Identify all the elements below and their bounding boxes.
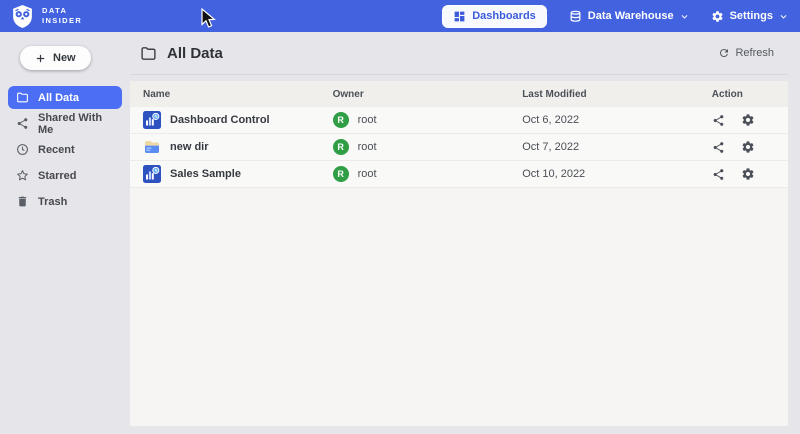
trash-icon [16, 195, 29, 208]
main-panel: All Data Refresh Name Owner Last Modifie… [130, 32, 788, 426]
column-header-owner: Owner [333, 89, 523, 100]
column-header-name: Name [143, 89, 333, 100]
dashboard-file-icon [143, 111, 161, 129]
sidebar-item-label: Shared With Me [38, 112, 114, 136]
folder-icon [140, 45, 157, 62]
owner-name: root [358, 168, 377, 180]
sidebar-item-all-data[interactable]: All Data [8, 86, 122, 109]
navbar-actions: Dashboards Data Warehouse Settings [442, 5, 788, 28]
column-header-last-modified: Last Modified [522, 89, 712, 100]
settings-action-icon[interactable] [741, 113, 755, 127]
settings-action-icon[interactable] [741, 140, 755, 154]
sidebar-item-starred[interactable]: Starred [8, 164, 122, 187]
chevron-down-icon [779, 12, 788, 21]
table-row[interactable]: new dir R root Oct 7, 2022 [130, 134, 788, 161]
settings-label: Settings [730, 10, 773, 22]
last-modified: Oct 7, 2022 [522, 141, 712, 153]
owner-avatar: R [333, 112, 349, 128]
plus-icon [35, 53, 46, 64]
last-modified: Oct 6, 2022 [522, 114, 712, 126]
data-warehouse-menu[interactable]: Data Warehouse [569, 10, 689, 23]
sidebar-list: All Data Shared With Me Recent [0, 86, 130, 213]
settings-menu[interactable]: Settings [711, 10, 788, 23]
last-modified: Oct 10, 2022 [522, 168, 712, 180]
top-navbar: DATA INSIDER Dashboards Data Warehouse [0, 0, 800, 32]
sidebar: New All Data Shared With Me [0, 32, 130, 426]
sidebar-item-label: Recent [38, 144, 75, 156]
refresh-icon [718, 47, 730, 59]
page-title: All Data [167, 45, 223, 62]
clock-icon [16, 143, 29, 156]
data-warehouse-label: Data Warehouse [588, 10, 674, 22]
table-header-row: Name Owner Last Modified Action [130, 81, 788, 107]
new-button-label: New [53, 52, 76, 64]
row-name: Sales Sample [170, 168, 241, 180]
dashboards-label: Dashboards [472, 10, 536, 22]
owner-name: root [358, 114, 377, 126]
owner-name: root [358, 141, 377, 153]
share-icon [16, 117, 29, 130]
sidebar-item-label: Starred [38, 170, 77, 182]
sidebar-item-recent[interactable]: Recent [8, 138, 122, 161]
data-table-card: Name Owner Last Modified Action [130, 81, 788, 426]
folder-file-icon [143, 138, 161, 156]
gear-icon [711, 10, 724, 23]
star-icon [16, 169, 29, 182]
table-row[interactable]: Dashboard Control R root Oct 6, 2022 [130, 107, 788, 134]
brand-text: DATA INSIDER [42, 6, 82, 26]
sidebar-item-trash[interactable]: Trash [8, 190, 122, 213]
row-name: new dir [170, 141, 209, 153]
share-action-icon[interactable] [712, 168, 725, 181]
brand: DATA INSIDER [10, 4, 82, 29]
sidebar-item-shared-with-me[interactable]: Shared With Me [8, 112, 122, 135]
refresh-label: Refresh [735, 47, 774, 59]
sidebar-item-label: Trash [38, 196, 67, 208]
database-icon [569, 10, 582, 23]
share-action-icon[interactable] [712, 141, 725, 154]
dashboard-file-icon [143, 165, 161, 183]
owner-avatar: R [333, 166, 349, 182]
chevron-down-icon [680, 12, 689, 21]
new-button[interactable]: New [20, 46, 91, 70]
main-header: All Data Refresh [130, 32, 788, 75]
refresh-button[interactable]: Refresh [718, 47, 784, 59]
app-window: DATA INSIDER Dashboards Data Warehouse [0, 0, 800, 434]
settings-action-icon[interactable] [741, 167, 755, 181]
folder-icon [16, 91, 29, 104]
dashboard-grid-icon [453, 10, 466, 23]
sidebar-item-label: All Data [38, 92, 79, 104]
row-name: Dashboard Control [170, 114, 270, 126]
share-action-icon[interactable] [712, 114, 725, 127]
owner-avatar: R [333, 139, 349, 155]
column-header-action: Action [712, 89, 775, 100]
table-row[interactable]: Sales Sample R root Oct 10, 2022 [130, 161, 788, 188]
dashboards-button[interactable]: Dashboards [442, 5, 547, 28]
owl-logo-icon [10, 4, 35, 29]
content-area: New All Data Shared With Me [0, 32, 800, 434]
